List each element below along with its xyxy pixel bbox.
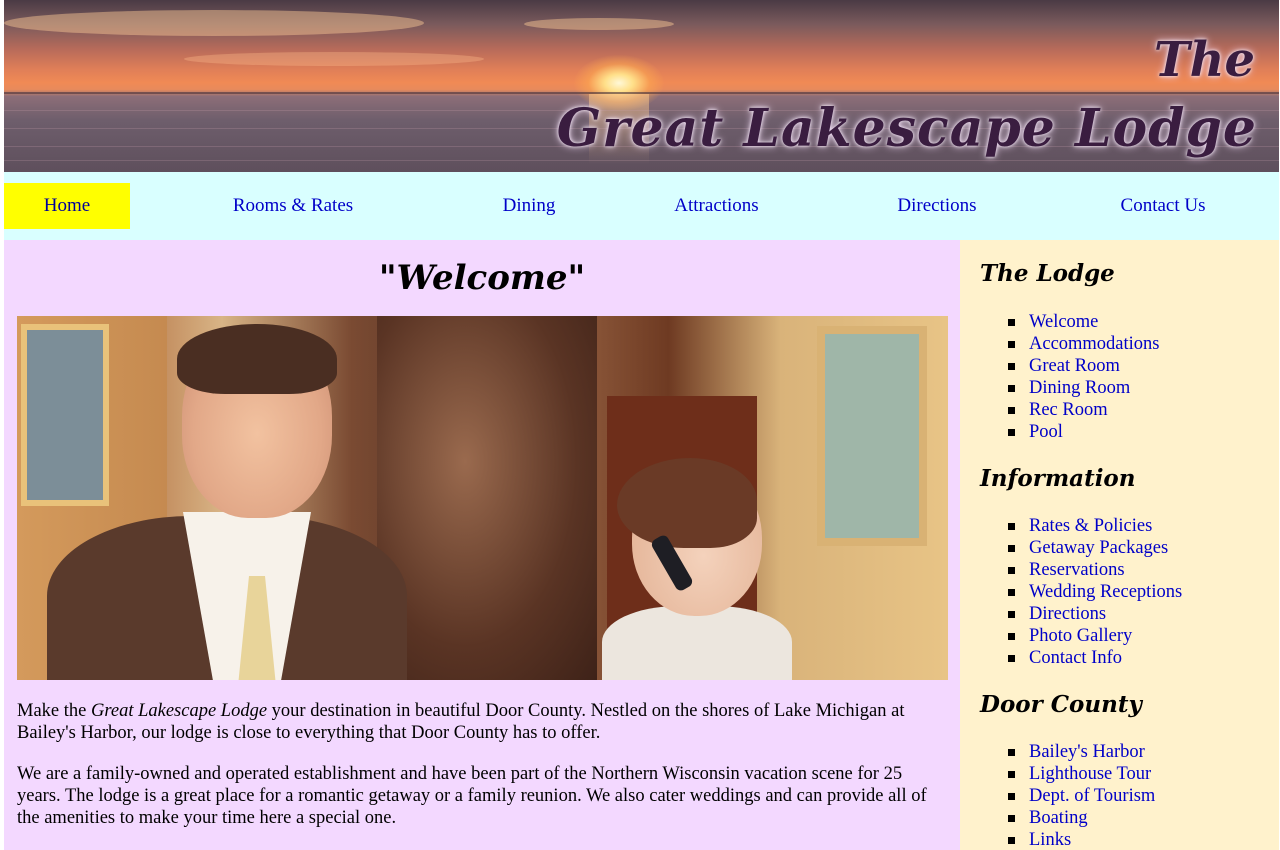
sidebar: The Lodge Welcome Accommodations Great R… (960, 240, 1279, 850)
hero-receptionist-hair (177, 324, 337, 394)
sidebar-link-rates-policies[interactable]: Rates & Policies (1007, 515, 1182, 537)
nav-attractions[interactable]: Attractions (654, 183, 779, 229)
sidebar-link-accommodations[interactable]: Accommodations (1008, 333, 1160, 355)
intro-text-start: Make the (17, 701, 91, 721)
welcome-heading: "Welcome" (378, 258, 586, 298)
sidebar-link-rec-room[interactable]: Rec Room (1008, 399, 1160, 421)
sidebar-list-lodge: Welcome Accommodations Great Room Dining… (1008, 311, 1160, 443)
intro-paragraph: Make the Great Lakescape Lodge your dest… (17, 700, 947, 744)
main-nav: Home Rooms & Rates Dining Attractions Di… (4, 172, 1279, 240)
sidebar-link-links[interactable]: Links (1007, 829, 1155, 850)
sidebar-link-dining-room[interactable]: Dining Room (1008, 377, 1160, 399)
sidebar-link-reservations[interactable]: Reservations (1007, 559, 1182, 581)
sidebar-link-welcome[interactable]: Welcome (1008, 311, 1160, 333)
nav-contact-us[interactable]: Contact Us (1098, 183, 1228, 229)
nav-rooms-rates[interactable]: Rooms & Rates (204, 183, 382, 229)
nav-home[interactable]: Home (4, 183, 130, 229)
sidebar-link-baileys-harbor[interactable]: Bailey's Harbor (1007, 741, 1155, 763)
sidebar-heading-door-county: Door County (980, 691, 1142, 718)
hero-painting (817, 326, 927, 546)
hero-wall-picture (21, 324, 109, 506)
sidebar-link-contact-info[interactable]: Contact Info (1007, 647, 1182, 669)
nav-directions[interactable]: Directions (882, 183, 992, 229)
hero-colleague-body (602, 606, 792, 680)
family-paragraph: We are a family-owned and operated estab… (17, 764, 927, 828)
lake-ripple (4, 160, 1279, 161)
page: The Great Lakescape Lodge Home Rooms & R… (4, 0, 1279, 850)
sidebar-list-door-county: Bailey's Harbor Lighthouse Tour Dept. of… (1007, 741, 1155, 850)
banner-title: Great Lakescape Lodge (556, 98, 1257, 159)
banner-cloud (524, 18, 674, 30)
sidebar-heading-the-lodge: The Lodge (980, 260, 1115, 287)
sidebar-link-photo-gallery[interactable]: Photo Gallery (1007, 625, 1182, 647)
sidebar-link-wedding-receptions[interactable]: Wedding Receptions (1007, 581, 1182, 603)
sidebar-heading-information: Information (980, 465, 1136, 492)
banner-cloud (184, 52, 484, 66)
sidebar-link-dept-of-tourism[interactable]: Dept. of Tourism (1007, 785, 1155, 807)
main-content: "Welcome" Make the Great Lakescape Lodge… (4, 240, 960, 850)
lodge-name-emphasis: Great Lakescape Lodge (90, 701, 268, 721)
hero-colleague-hair (617, 458, 757, 548)
hero-marble-column (377, 316, 597, 680)
hero-image-front-desk-staff (17, 316, 948, 680)
sidebar-list-information: Rates & Policies Getaway Packages Reserv… (1007, 515, 1182, 669)
banner-the-text: The (1153, 32, 1255, 88)
sidebar-link-lighthouse-tour[interactable]: Lighthouse Tour (1007, 763, 1155, 785)
sidebar-link-great-room[interactable]: Great Room (1008, 355, 1160, 377)
sidebar-link-directions[interactable]: Directions (1007, 603, 1182, 625)
sidebar-link-boating[interactable]: Boating (1007, 807, 1155, 829)
header-banner: The Great Lakescape Lodge (4, 0, 1279, 172)
nav-dining[interactable]: Dining (484, 183, 574, 229)
sidebar-link-getaway-packages[interactable]: Getaway Packages (1007, 537, 1182, 559)
sidebar-link-pool[interactable]: Pool (1008, 421, 1160, 443)
banner-cloud (4, 10, 424, 36)
